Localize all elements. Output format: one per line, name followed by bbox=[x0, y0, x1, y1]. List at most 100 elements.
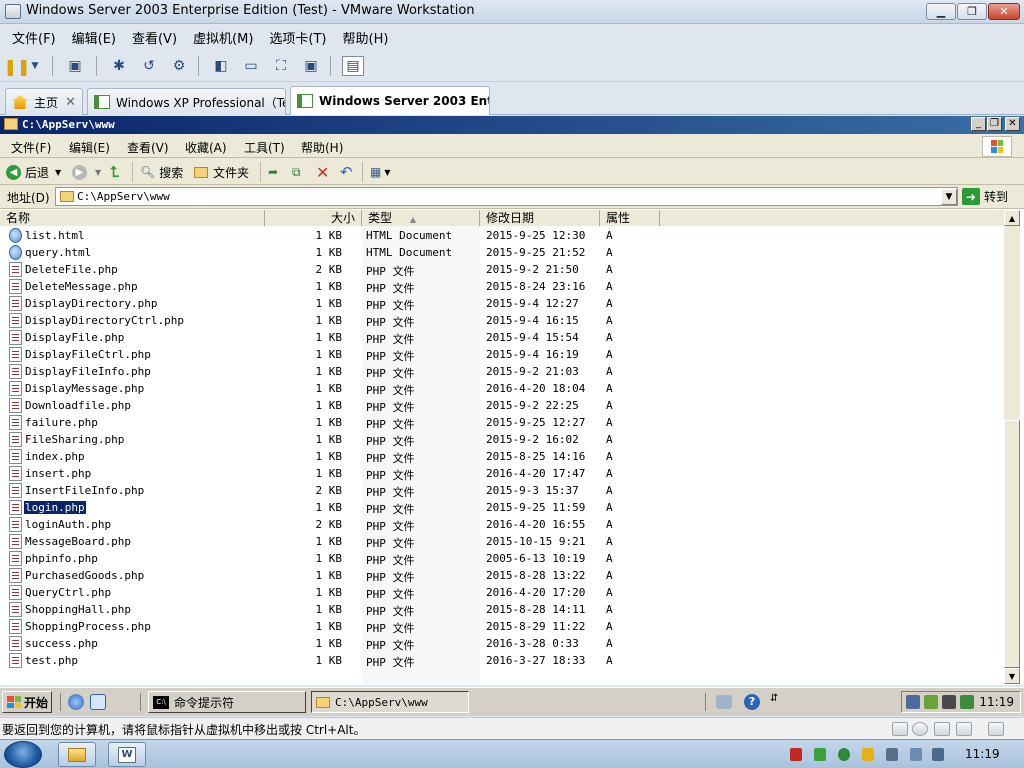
search-button[interactable]: 🔍︎ 搜索 bbox=[140, 162, 183, 182]
file-row[interactable]: PurchasedGoods.php 1 KB PHP 文件 2015-8-28 13… bbox=[0, 567, 1004, 584]
column-header-attributes[interactable]: 属性 bbox=[600, 210, 660, 226]
cd-rom-status-icon[interactable] bbox=[912, 722, 928, 736]
unity-icon[interactable]: ▣ bbox=[300, 56, 322, 76]
file-row[interactable]: phpinfo.php 1 KB PHP 文件 2005-6-13 10:19 A bbox=[0, 550, 1004, 567]
chevron-down-icon[interactable]: ▼ bbox=[95, 168, 101, 177]
shield-icon[interactable] bbox=[838, 748, 850, 761]
windows-start-orb[interactable] bbox=[4, 741, 42, 768]
tray-app-icon[interactable] bbox=[814, 748, 826, 761]
address-input[interactable]: C:\AppServ\www bbox=[55, 187, 958, 206]
security-tray-icon[interactable] bbox=[924, 695, 938, 709]
explorer-restore-button[interactable]: ❐ bbox=[987, 117, 1002, 131]
file-row[interactable]: InsertFileInfo.php 2 KB PHP 文件 2015-9-3 15:… bbox=[0, 482, 1004, 499]
host-menu-tabs[interactable]: 选项卡(T) bbox=[261, 28, 334, 47]
thumbnail-view-icon[interactable]: ▤ bbox=[342, 56, 364, 76]
message-log-icon[interactable] bbox=[988, 722, 1004, 736]
printer-icon[interactable] bbox=[716, 695, 732, 709]
explorer-menu-file[interactable]: 文件(F) bbox=[11, 139, 51, 156]
tab-windows-server-2003[interactable]: Windows Server 2003 Ent… ✕ bbox=[290, 86, 490, 115]
file-row[interactable]: DisplayFileInfo.php 1 KB PHP 文件 2015-9-2 21… bbox=[0, 363, 1004, 380]
file-row[interactable]: QueryCtrl.php 1 KB PHP 文件 2016-4-20 17:20 A bbox=[0, 584, 1004, 601]
column-header-name[interactable]: 名称 bbox=[0, 210, 265, 226]
file-row[interactable]: success.php 1 KB PHP 文件 2016-3-28 0:33 A bbox=[0, 635, 1004, 652]
tab-home[interactable]: 主页 ✕ bbox=[5, 88, 83, 115]
column-header-size[interactable]: 大小 bbox=[265, 210, 362, 226]
file-row[interactable]: MessageBoard.php 1 KB PHP 文件 2015-10-15 9:2… bbox=[0, 533, 1004, 550]
file-row[interactable]: DisplayDirectory.php 1 KB PHP 文件 2015-9-4 1… bbox=[0, 295, 1004, 312]
power-dropdown-icon[interactable]: ▼ bbox=[28, 56, 42, 76]
explorer-menu-favorites[interactable]: 收藏(A) bbox=[185, 139, 227, 156]
address-dropdown-icon[interactable]: ▼ bbox=[941, 189, 957, 205]
file-row[interactable]: FileSharing.php 1 KB PHP 文件 2015-9-2 16:02 A bbox=[0, 431, 1004, 448]
quicklaunch-icon[interactable] bbox=[90, 694, 106, 710]
expand-tray-icon[interactable]: ⇵ bbox=[770, 693, 778, 704]
taskbar-item-command-prompt[interactable]: C:\ 命令提示符 bbox=[148, 691, 306, 713]
explorer-minimize-button[interactable]: _ bbox=[971, 117, 986, 131]
fullscreen-icon[interactable]: ⛶ bbox=[270, 56, 292, 76]
host-menu-help[interactable]: 帮助(H) bbox=[335, 28, 397, 47]
tray-app-icon[interactable] bbox=[886, 748, 898, 761]
network-tray-icon[interactable] bbox=[906, 695, 920, 709]
host-maximize-button[interactable]: ❐ bbox=[957, 3, 987, 20]
file-row[interactable]: insert.php 1 KB PHP 文件 2016-4-20 17:47 A bbox=[0, 465, 1004, 482]
network-tray-icon[interactable] bbox=[910, 748, 922, 761]
file-row[interactable]: DeleteFile.php 2 KB PHP 文件 2015-9-2 21:50 A bbox=[0, 261, 1004, 278]
column-header-modified[interactable]: 修改日期 bbox=[480, 210, 600, 226]
device-tray-icon[interactable] bbox=[960, 695, 974, 709]
volume-icon[interactable] bbox=[932, 748, 944, 761]
explorer-close-button[interactable]: ✕ bbox=[1005, 117, 1020, 131]
file-row[interactable]: loginAuth.php 2 KB PHP 文件 2016-4-20 16:55 A bbox=[0, 516, 1004, 533]
console-view-icon[interactable]: ▭ bbox=[240, 56, 262, 76]
views-button[interactable]: ▦ ▼ bbox=[370, 162, 391, 182]
hard-disk-status-icon[interactable] bbox=[892, 722, 908, 736]
network-icon[interactable]: ▣ bbox=[64, 56, 86, 76]
file-row[interactable]: query.html 1 KB HTML Document 2015-9-25 21:… bbox=[0, 244, 1004, 261]
copy-to-icon[interactable]: ⧉ bbox=[292, 162, 301, 182]
file-row[interactable]: test.php 1 KB PHP 文件 2016-3-27 18:33 A bbox=[0, 652, 1004, 669]
host-close-button[interactable]: ✕ bbox=[988, 3, 1020, 20]
tray-app-icon[interactable] bbox=[862, 748, 874, 761]
host-minimize-button[interactable]: ▁ bbox=[926, 3, 956, 20]
file-row[interactable]: failure.php 1 KB PHP 文件 2015-9-25 12:27 A bbox=[0, 414, 1004, 431]
revert-snapshot-icon[interactable]: ↺ bbox=[138, 56, 160, 76]
snapshot-manager-icon[interactable]: ⚙ bbox=[168, 56, 190, 76]
go-button[interactable]: ➜ 转到 bbox=[962, 186, 1018, 207]
back-button[interactable]: ◀ 后退 ▼ bbox=[6, 162, 61, 182]
start-button[interactable]: 开始 bbox=[2, 691, 52, 713]
tab-close-icon[interactable]: ✕ bbox=[59, 95, 76, 110]
internet-explorer-icon[interactable] bbox=[68, 694, 84, 710]
file-row[interactable]: DisplayDirectoryCtrl.php 1 KB PHP 文件 2015-9… bbox=[0, 312, 1004, 329]
taskbar-item-explorer[interactable]: C:\AppServ\www bbox=[311, 691, 469, 713]
file-row[interactable]: DeleteMessage.php 1 KB PHP 文件 2015-8-24 23:… bbox=[0, 278, 1004, 295]
file-row[interactable]: index.php 1 KB PHP 文件 2015-8-25 14:16 A bbox=[0, 448, 1004, 465]
forward-button[interactable]: ▶ ▼ bbox=[72, 162, 101, 182]
file-row[interactable]: list.html 1 KB HTML Document 2015-9-25 12:3… bbox=[0, 227, 1004, 244]
host-menu-file[interactable]: 文件(F) bbox=[4, 28, 64, 47]
snapshot-icon[interactable]: ✱ bbox=[108, 56, 130, 76]
help-icon[interactable]: ? bbox=[744, 694, 760, 710]
host-menu-edit[interactable]: 编辑(E) bbox=[64, 28, 124, 47]
undo-icon[interactable]: ↶ bbox=[340, 162, 353, 182]
file-row[interactable]: DisplayFileCtrl.php 1 KB PHP 文件 2015-9-4 16… bbox=[0, 346, 1004, 363]
taskbar-pinned-vmware[interactable]: W bbox=[108, 742, 146, 767]
taskbar-pinned-explorer[interactable] bbox=[58, 742, 96, 767]
delete-icon[interactable]: ✕ bbox=[316, 162, 329, 182]
file-row[interactable]: ShoppingProcess.php 1 KB PHP 文件 2015-8-29 1… bbox=[0, 618, 1004, 635]
vertical-scrollbar[interactable]: ▲ ▼ bbox=[1004, 210, 1020, 684]
tab-windows-xp[interactable]: Windows XP Professional（Te… ✕ bbox=[87, 88, 286, 115]
up-folder-icon[interactable]: ⮤ bbox=[110, 162, 119, 182]
file-row[interactable]: Downloadfile.php 1 KB PHP 文件 2015-9-2 22:25… bbox=[0, 397, 1004, 414]
tray-app-icon[interactable] bbox=[790, 748, 802, 761]
file-row[interactable]: login.php 1 KB PHP 文件 2015-9-25 11:59 A bbox=[0, 499, 1004, 516]
vmware-tools-tray-icon[interactable] bbox=[942, 695, 956, 709]
explorer-menu-edit[interactable]: 编辑(E) bbox=[69, 139, 110, 156]
file-row[interactable]: DisplayMessage.php 1 KB PHP 文件 2016-4-20 18… bbox=[0, 380, 1004, 397]
explorer-menu-tools[interactable]: 工具(T) bbox=[244, 139, 285, 156]
column-header-type[interactable]: 类型 ▲ bbox=[362, 210, 480, 226]
file-row[interactable]: DisplayFile.php 1 KB PHP 文件 2015-9-4 15:54 A bbox=[0, 329, 1004, 346]
explorer-menu-help[interactable]: 帮助(H) bbox=[301, 139, 343, 156]
move-to-icon[interactable]: ➦ bbox=[268, 162, 278, 182]
host-menu-view[interactable]: 查看(V) bbox=[124, 28, 185, 47]
host-menu-vm[interactable]: 虚拟机(M) bbox=[185, 28, 261, 47]
usb-status-icon[interactable] bbox=[956, 722, 972, 736]
